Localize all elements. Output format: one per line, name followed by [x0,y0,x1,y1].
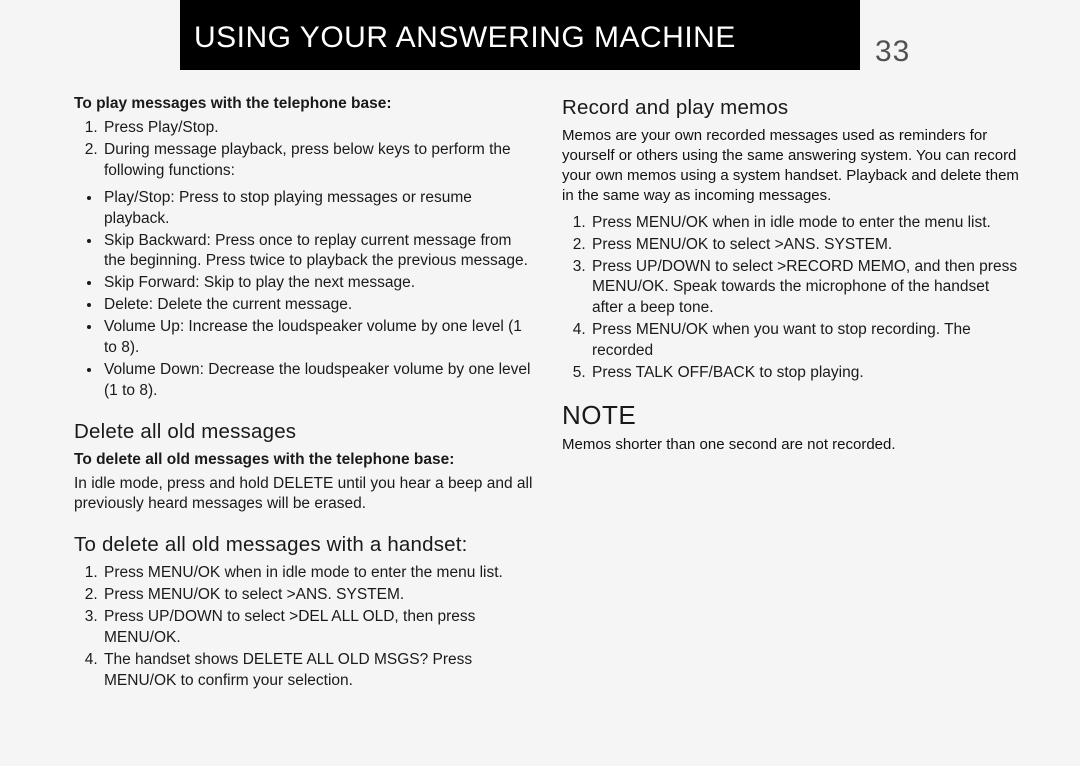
right-column: Record and play memos Memos are your own… [562,94,1022,698]
record-memos-text: Memos are your own recorded messages use… [562,126,1022,207]
left-column: To play messages with the telephone base… [74,94,534,698]
list-item: Press Play/Stop. [102,118,534,139]
title-bar: USING YOUR ANSWERING MACHINE [180,0,860,70]
list-item: During message playback, press below key… [102,140,534,182]
play-base-steps: Press Play/Stop. During message playback… [74,118,534,182]
list-item: Volume Down: Decrease the loudspeaker vo… [102,360,534,402]
play-base-functions: Play/Stop: Press to stop playing message… [74,188,534,402]
list-item: Press TALK OFF/BACK to stop playing. [590,363,1022,384]
page-title: USING YOUR ANSWERING MACHINE [180,18,736,59]
list-item: Press MENU/OK to select >ANS. SYSTEM. [590,235,1022,256]
lead-delete-base: To delete all old messages with the tele… [74,450,534,471]
list-item: Press UP/DOWN to select >DEL ALL OLD, th… [102,607,534,649]
delete-handset-steps: Press MENU/OK when in idle mode to enter… [74,563,534,692]
heading-record-memos: Record and play memos [562,94,1022,122]
list-item: Skip Backward: Press once to replay curr… [102,231,534,273]
list-item: Play/Stop: Press to stop playing message… [102,188,534,230]
list-item: Press MENU/OK when in idle mode to enter… [590,213,1022,234]
page-number: 33 [875,32,910,73]
delete-base-text: In idle mode, press and hold DELETE unti… [74,474,534,516]
list-item: Press MENU/OK to select >ANS. SYSTEM. [102,585,534,606]
list-item: Press UP/DOWN to select >RECORD MEMO, an… [590,257,1022,320]
note-text: Memos shorter than one second are not re… [562,435,1022,455]
heading-delete-all: Delete all old messages [74,418,534,446]
content-columns: To play messages with the telephone base… [0,70,1080,698]
list-item: The handset shows DELETE ALL OLD MSGS? P… [102,650,534,692]
heading-delete-handset: To delete all old messages with a handse… [74,531,534,559]
list-item: Delete: Delete the current message. [102,295,534,316]
heading-note: NOTE [562,398,1022,433]
list-item: Volume Up: Increase the loudspeaker volu… [102,317,534,359]
list-item: Press MENU/OK when in idle mode to enter… [102,563,534,584]
record-memos-steps: Press MENU/OK when in idle mode to enter… [562,213,1022,384]
list-item: Press MENU/OK when you want to stop reco… [590,320,1022,362]
manual-page: USING YOUR ANSWERING MACHINE 33 To play … [0,0,1080,766]
list-item: Skip Forward: Skip to play the next mess… [102,273,534,294]
lead-play-base: To play messages with the telephone base… [74,94,534,115]
